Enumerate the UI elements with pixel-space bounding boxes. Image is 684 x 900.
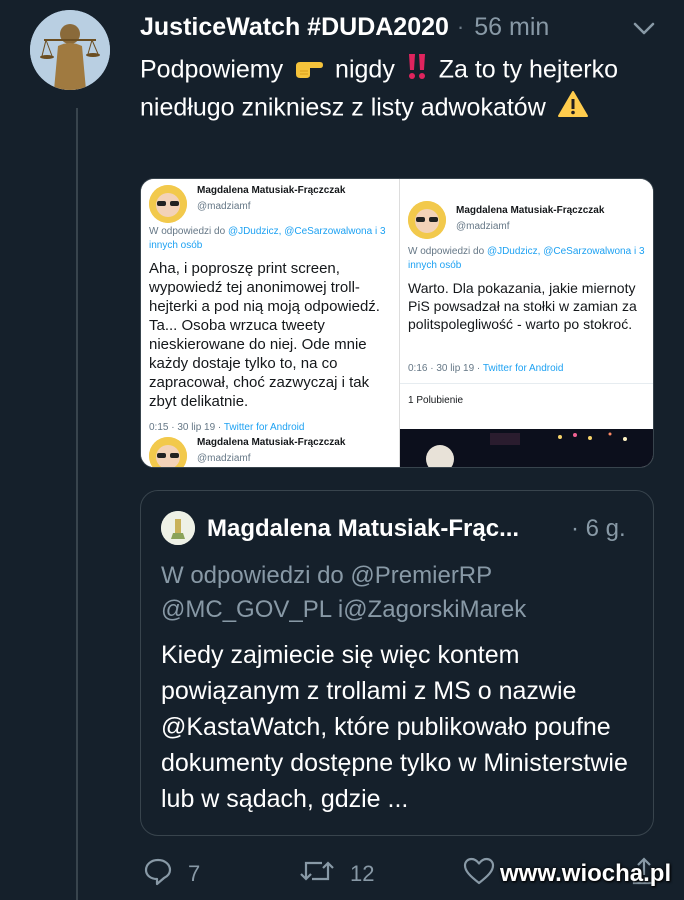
- tweet-time[interactable]: 56 min: [474, 13, 549, 42]
- author-avatar[interactable]: [30, 10, 110, 90]
- screenshot-divider: [400, 383, 653, 384]
- screenshot-name-2: Magdalena Matusiak-Frączczak: [197, 437, 346, 448]
- screenshot-body: Aha, i poproszę print screen, wypowiedź …: [149, 260, 380, 410]
- screenshot-body: Warto. Dla pokazania, jakie miernoty PiS…: [408, 280, 637, 332]
- quoted-reply-context: W odpowiedzi do @PremierRP @MC_GOV_PL i@…: [161, 562, 527, 623]
- screenshot-handle: @madziamf: [197, 201, 251, 212]
- media-image[interactable]: Magdalena Matusiak-Frączczak @madziamf W…: [140, 178, 654, 468]
- screenshot-handle: @madziamf: [456, 221, 510, 232]
- quoted-tweet[interactable]: Magdalena Matusiak-Frąc... · 6 g. W odpo…: [140, 490, 654, 836]
- screenshot-reply: W odpowiedzi do @JDudzicz, @CeSarzowalwo…: [408, 245, 648, 273]
- screenshot-reply: W odpowiedzi do @JDudzicz, @CeSarzowalwo…: [149, 225, 389, 253]
- like-icon: [462, 855, 496, 892]
- header-separator: ·: [456, 14, 465, 39]
- screenshot-meta-time: 0:16 · 30 lip 19 ·: [408, 363, 481, 374]
- like-button[interactable]: [462, 855, 496, 892]
- reply-count: 7: [188, 860, 201, 886]
- quoted-author-name: Magdalena Matusiak-Frąc...: [207, 515, 520, 542]
- tweet-text-part2: nigdy: [335, 55, 395, 84]
- pointing-right-emoji: [294, 54, 324, 89]
- screenshot-meta-time: 0:15 · 30 lip 19 ·: [149, 422, 222, 433]
- screenshot-reply-prefix: W odpowiedzi do: [408, 246, 485, 257]
- screenshot-meta: 0:15 · 30 lip 19 · Twitter for Android: [149, 422, 304, 433]
- double-exclamation-emoji: [406, 52, 428, 90]
- screenshot-left: Magdalena Matusiak-Frączczak @madziamf W…: [141, 179, 399, 467]
- screenshot-meta-client: Twitter for Android: [223, 422, 305, 433]
- quoted-body: Kiedy zajmiecie się więc kontem powiązan…: [161, 641, 628, 813]
- screenshot-reply-prefix: W odpowiedzi do: [149, 226, 226, 237]
- warning-emoji: [557, 90, 589, 128]
- screenshot-avatar-2: [149, 437, 187, 467]
- screenshot-likes: 1 Polubienie: [408, 395, 464, 406]
- reply-icon: [142, 855, 174, 892]
- retweet-button[interactable]: 12: [298, 855, 374, 892]
- chevron-down-icon[interactable]: [628, 14, 660, 44]
- screenshot-name: Magdalena Matusiak-Frączczak: [197, 185, 346, 196]
- screenshot-dark-photo: [400, 429, 653, 467]
- reply-button[interactable]: 7: [142, 855, 200, 892]
- screenshot-meta-client: Twitter for Android: [482, 363, 564, 374]
- screenshot-meta: 0:16 · 30 lip 19 · Twitter for Android: [408, 363, 563, 374]
- screenshot-name: Magdalena Matusiak-Frączczak: [456, 205, 605, 216]
- retweet-icon: [298, 855, 336, 892]
- tweet-text-part1: Podpowiemy: [140, 55, 284, 84]
- tweet-header: JusticeWatch #DUDA2020 · 56 min: [140, 10, 660, 44]
- screenshot-avatar: [408, 201, 446, 239]
- quoted-avatar: [161, 511, 195, 545]
- thread-line: [76, 108, 78, 900]
- retweet-count: 12: [350, 860, 375, 886]
- quoted-time: · 6 g.: [571, 515, 626, 542]
- screenshot-handle-2: @madziamf: [197, 453, 251, 464]
- screenshot-right: Magdalena Matusiak-Frączczak @madziamf W…: [400, 179, 653, 467]
- screenshot-avatar: [149, 185, 187, 223]
- watermark: www.wiocha.pl: [500, 860, 672, 887]
- author-name[interactable]: JusticeWatch #DUDA2020: [140, 13, 449, 42]
- tweet-text: Podpowiemy nigdy Za to ty hejterko niedł…: [140, 52, 660, 128]
